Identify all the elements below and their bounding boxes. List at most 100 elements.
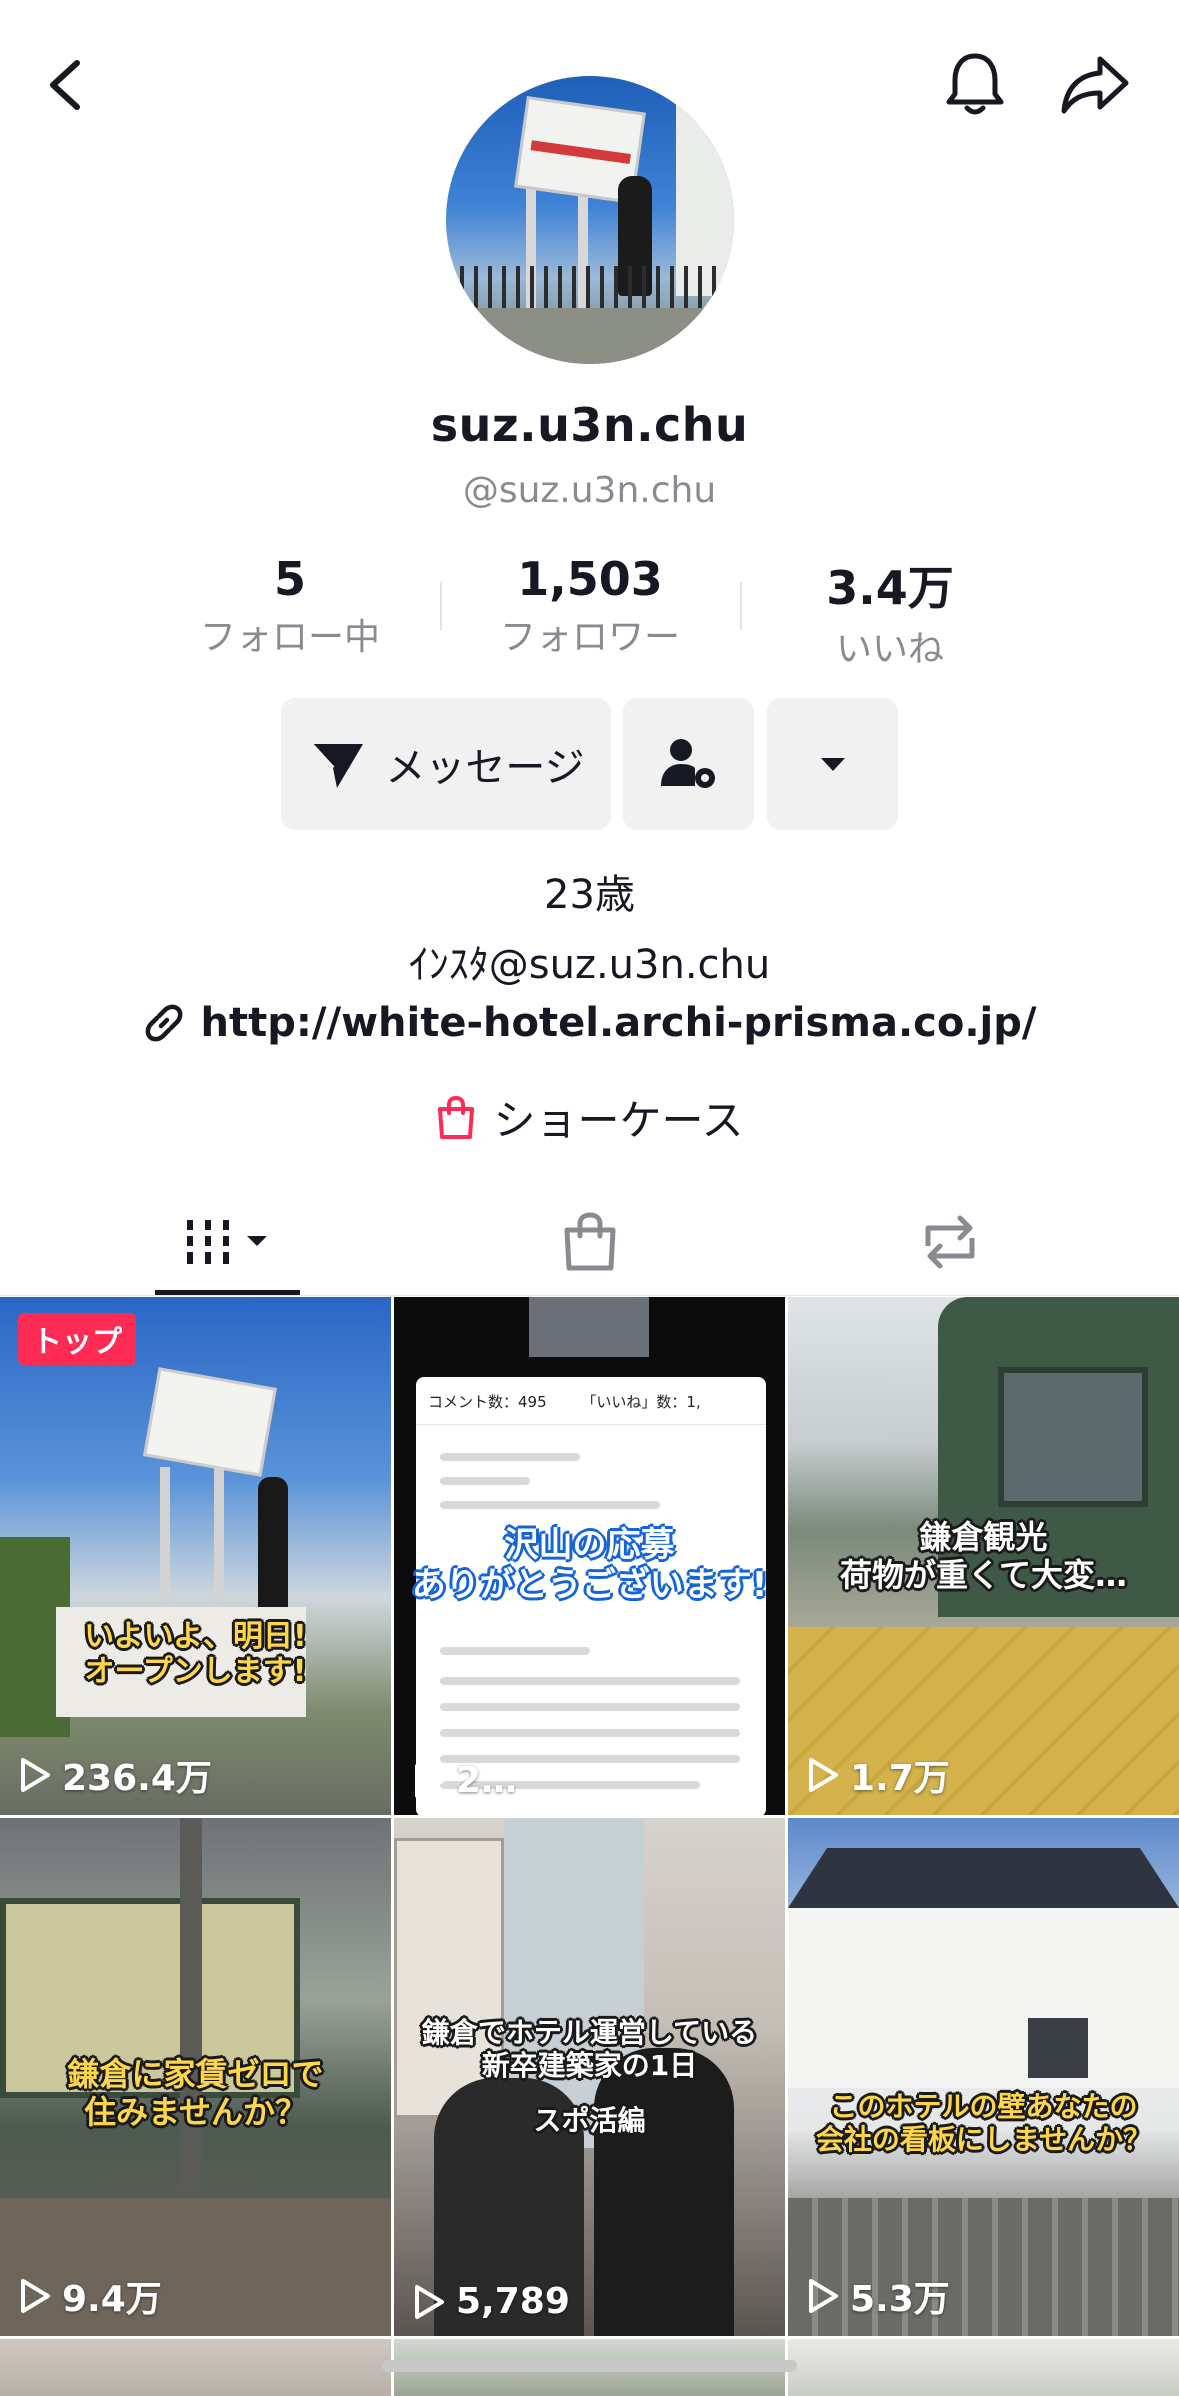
video-caption: 鎌倉観光 荷物が重くて大変… bbox=[788, 1518, 1179, 1595]
tab-repost[interactable] bbox=[900, 1190, 1000, 1294]
view-count-text: 2… bbox=[456, 1760, 518, 1801]
video-tile[interactable] bbox=[788, 2339, 1179, 2396]
view-count: 1.7万 bbox=[806, 1749, 950, 1801]
video-tile[interactable]: 鎌倉観光 荷物が重くて大変… 1.7万 bbox=[788, 1297, 1179, 1815]
stat-likes-value: 3.4万 bbox=[826, 561, 954, 615]
video-caption: 鎌倉に家賃ゼロで 住みませんか？ bbox=[0, 2055, 391, 2132]
share-button[interactable] bbox=[1055, 40, 1135, 130]
comment-line bbox=[440, 1647, 590, 1655]
profile-stats: 5 フォロー中 1,503 フォロワー 3.4万 いいね bbox=[0, 552, 1179, 670]
comment-line bbox=[440, 1477, 530, 1485]
comment-line bbox=[440, 1703, 740, 1711]
comment-line bbox=[440, 1453, 580, 1461]
video-tile[interactable]: 鎌倉でホテル運営している 新卒建築家の1日 スポ活編 5,789 bbox=[394, 1818, 785, 2336]
bio-link-text: http://white-hotel.archi-prisma.co.jp/ bbox=[200, 1000, 1037, 1046]
more-options-button[interactable] bbox=[767, 698, 898, 830]
video-caption-line: 鎌倉観光 bbox=[919, 1518, 1048, 1556]
view-count-text: 9.4万 bbox=[62, 2279, 162, 2320]
stat-likes[interactable]: 3.4万 いいね bbox=[740, 552, 1040, 672]
tile-train-window bbox=[998, 1367, 1148, 1507]
stat-following-value: 5 bbox=[273, 552, 306, 606]
video-caption: 鎌倉でホテル運営している 新卒建築家の1日 スポ活編 bbox=[394, 2016, 785, 2137]
video-caption-line: 荷物が重くて大変… bbox=[839, 1555, 1128, 1594]
comment-count: コメント数：495 bbox=[428, 1393, 547, 1411]
stat-followers[interactable]: 1,503 フォロワー bbox=[440, 552, 740, 660]
stat-likes-label: いいね bbox=[835, 629, 944, 670]
stat-following-label: フォロー中 bbox=[199, 617, 380, 658]
play-outline-icon bbox=[415, 1763, 444, 1798]
display-name: suz.u3n.chu bbox=[430, 398, 749, 452]
comment-line bbox=[440, 1501, 660, 1509]
chevron-left-icon bbox=[50, 60, 80, 110]
caret-down-icon bbox=[820, 758, 845, 771]
message-button-label: メッセージ bbox=[385, 745, 585, 791]
view-count: 2… bbox=[412, 1760, 517, 1801]
showcase-label: ショーケース bbox=[493, 1096, 744, 1145]
pinned-badge: トップ bbox=[18, 1313, 136, 1365]
stat-followers-value: 1,503 bbox=[517, 552, 663, 606]
video-caption: いよいよ、明日! オープンします! bbox=[0, 1619, 391, 1690]
tile-building-wall bbox=[788, 1908, 1179, 2088]
repost-icon bbox=[925, 1215, 975, 1269]
tile-window bbox=[1028, 2018, 1088, 2078]
friend-settings-button[interactable] bbox=[623, 698, 754, 830]
comment-line bbox=[440, 1677, 740, 1685]
tab-videos[interactable] bbox=[155, 1190, 300, 1294]
video-caption-line: 沢山の応募 bbox=[504, 1525, 675, 1565]
play-outline-icon bbox=[809, 1758, 838, 1792]
play-outline-icon bbox=[415, 2284, 444, 2319]
video-tile[interactable]: コメント数：495 「いいね」数：1, 沢山の応募 ありがとうございます! 2… bbox=[394, 1297, 785, 1815]
video-caption-line: ありがとうございます! bbox=[411, 1565, 768, 1606]
video-caption-line: 会社の看板にしませんか？ bbox=[815, 2123, 1152, 2157]
video-caption-line: 住みませんか？ bbox=[83, 2092, 308, 2131]
comment-panel-header: コメント数：495 「いいね」数：1, bbox=[416, 1377, 766, 1425]
tab-shop[interactable] bbox=[540, 1190, 640, 1294]
video-grid: トップ いよいよ、明日! オープンします! 236.4万 コメント数：495 「… bbox=[0, 1297, 1179, 2396]
message-button[interactable]: メッセージ bbox=[281, 698, 611, 830]
video-caption-line: このホテルの壁あなたの bbox=[829, 2090, 1138, 2123]
stat-followers-label: フォロワー bbox=[499, 617, 680, 658]
video-caption-line: いよいよ、明日! bbox=[84, 1619, 307, 1654]
video-tile[interactable]: このホテルの壁あなたの 会社の看板にしませんか？ 5.3万 bbox=[788, 1818, 1179, 2336]
back-button[interactable] bbox=[30, 40, 100, 130]
tile-top-image bbox=[529, 1297, 649, 1357]
view-count: 5.3万 bbox=[806, 2270, 950, 2322]
share-arrow-icon bbox=[1061, 56, 1129, 114]
send-icon bbox=[309, 742, 364, 788]
user-gear-icon bbox=[660, 739, 715, 788]
view-count-text: 236.4万 bbox=[62, 1758, 212, 1799]
shopping-bag-icon bbox=[437, 1095, 474, 1139]
play-outline-icon bbox=[21, 1758, 50, 1792]
video-tile[interactable]: 鎌倉に家賃ゼロで 住みませんか？ 9.4万 bbox=[0, 1818, 391, 2336]
video-caption-line: 新卒建築家の1日 bbox=[481, 2049, 698, 2083]
view-count-text: 5,789 bbox=[456, 2281, 570, 2322]
video-caption-line: 鎌倉に家賃ゼロで bbox=[67, 2055, 324, 2093]
showcase-link[interactable]: ショーケース bbox=[0, 1087, 1179, 1148]
bio-instagram: ｲﾝｽﾀ@suz.u3n.chu bbox=[408, 942, 771, 988]
avatar-sign-stripe bbox=[530, 140, 631, 165]
play-outline-icon bbox=[21, 2279, 50, 2313]
notifications-button[interactable] bbox=[935, 40, 1015, 130]
stat-following[interactable]: 5 フォロー中 bbox=[140, 552, 440, 660]
video-tile[interactable]: トップ いよいよ、明日! オープンします! 236.4万 bbox=[0, 1297, 391, 1815]
link-icon bbox=[145, 1004, 182, 1042]
video-caption-line: 鎌倉でホテル運営している bbox=[421, 2016, 758, 2049]
tile-sign bbox=[143, 1367, 277, 1477]
view-count: 9.4万 bbox=[18, 2270, 162, 2322]
view-count-text: 5.3万 bbox=[850, 2279, 950, 2320]
home-indicator[interactable] bbox=[382, 2360, 797, 2372]
video-caption: 沢山の応募 ありがとうございます! bbox=[394, 1525, 785, 1605]
bio-link[interactable]: http://white-hotel.archi-prisma.co.jp/ bbox=[0, 1000, 1179, 1046]
avatar[interactable] bbox=[446, 76, 734, 364]
handle: @suz.u3n.chu bbox=[462, 470, 717, 511]
likes-count: 「いいね」数：1, bbox=[581, 1393, 701, 1411]
grid-columns-icon bbox=[186, 1220, 267, 1264]
profile-tabs bbox=[0, 1190, 1179, 1296]
shopping-bag-icon bbox=[564, 1212, 616, 1271]
profile-page: suz.u3n.chu @suz.u3n.chu 5 フォロー中 1,503 フ… bbox=[0, 0, 1179, 2396]
bio-age: 23歳 bbox=[544, 872, 635, 918]
video-tile[interactable] bbox=[0, 2339, 391, 2396]
bell-icon bbox=[946, 53, 1004, 115]
tile-roof bbox=[788, 1848, 1179, 1908]
view-count-text: 1.7万 bbox=[850, 1758, 950, 1799]
